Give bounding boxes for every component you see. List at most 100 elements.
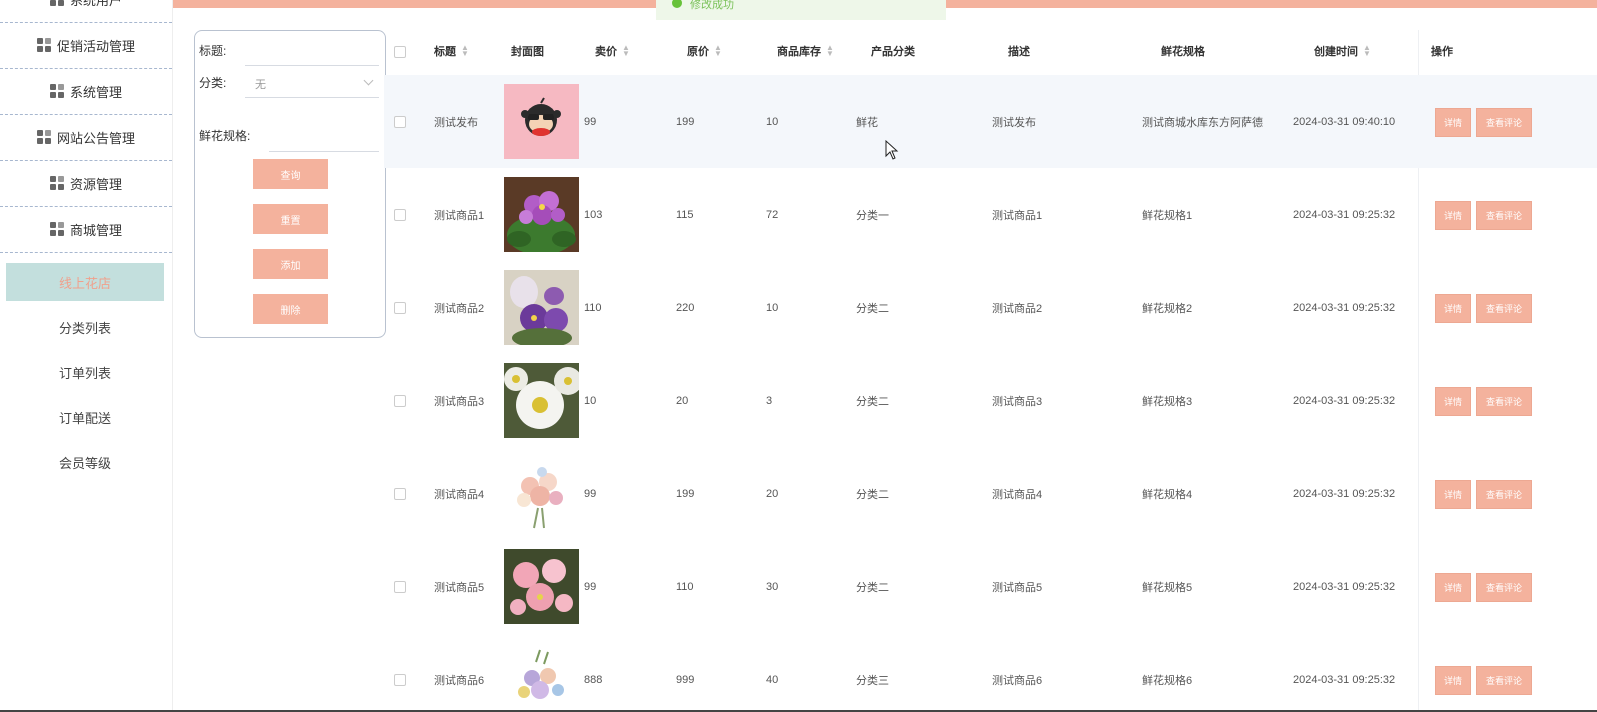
cell-stock: 3 xyxy=(766,394,773,407)
chevron-down-icon[interactable] xyxy=(363,75,374,86)
cell-stock: 30 xyxy=(766,580,779,593)
row-checkbox[interactable] xyxy=(394,674,406,686)
table-row: 测试商品6 888 999 40 分类三 测试商品6 鲜花规格6 2024-03… xyxy=(384,633,1597,710)
detail-button[interactable]: 详情 xyxy=(1435,108,1471,137)
category-filter-label: 分类: xyxy=(199,76,227,90)
cell-title: 测试商品2 xyxy=(434,302,485,315)
cell-spec: 鲜花规格3 xyxy=(1142,395,1193,408)
cell-description: 测试商品4 xyxy=(992,488,1043,501)
sort-icon[interactable]: ▲ ▼ xyxy=(826,44,834,58)
sidebar-item-promotions[interactable]: 促销活动管理 xyxy=(0,22,172,69)
cell-original-price: 20 xyxy=(676,394,689,407)
sidebar-item-label: 网站公告管理 xyxy=(56,130,135,146)
grid-icon xyxy=(49,222,64,236)
sort-icon[interactable]: ▲ ▼ xyxy=(622,44,630,58)
cell-category: 分类一 xyxy=(856,209,889,222)
cell-category: 分类三 xyxy=(856,674,889,687)
cell-created: 2024-03-31 09:25:32 xyxy=(1293,394,1396,407)
header-cover: 封面图 xyxy=(511,46,544,58)
toast-message: 修改成功 xyxy=(690,0,734,11)
sort-icon[interactable]: ▲ ▼ xyxy=(461,44,469,58)
select-all-checkbox[interactable] xyxy=(394,46,406,58)
sidebar-item-mall[interactable]: 商城管理 xyxy=(0,206,172,253)
detail-button[interactable]: 详情 xyxy=(1435,387,1471,416)
title-filter-input[interactable] xyxy=(245,65,379,66)
detail-button[interactable]: 详情 xyxy=(1435,573,1471,602)
row-checkbox[interactable] xyxy=(394,395,406,407)
sidebar-subitem-member-levels[interactable]: 会员等级 xyxy=(6,443,164,481)
cover-image-mixed-bouquet xyxy=(504,642,579,710)
cell-spec: 鲜花规格2 xyxy=(1142,302,1193,315)
add-button[interactable]: 添加 xyxy=(253,249,328,279)
detail-button[interactable]: 详情 xyxy=(1435,666,1471,695)
header-title[interactable]: 标题 ▲ ▼ xyxy=(434,30,469,72)
view-comments-button[interactable]: 查看评论 xyxy=(1476,480,1532,509)
cell-description: 测试商品3 xyxy=(992,395,1043,408)
sort-icon[interactable]: ▲ ▼ xyxy=(714,44,722,58)
cell-original-price: 199 xyxy=(676,115,695,128)
cell-price: 888 xyxy=(584,673,603,686)
view-comments-button[interactable]: 查看评论 xyxy=(1476,108,1532,137)
detail-button[interactable]: 详情 xyxy=(1435,480,1471,509)
cell-price: 110 xyxy=(584,301,602,314)
view-comments-button[interactable]: 查看评论 xyxy=(1476,294,1532,323)
view-comments-button[interactable]: 查看评论 xyxy=(1476,666,1532,695)
cell-title: 测试发布 xyxy=(434,116,478,129)
row-checkbox[interactable] xyxy=(394,116,406,128)
cell-stock: 72 xyxy=(766,208,779,221)
header-original-price[interactable]: 原价 ▲ ▼ xyxy=(687,30,722,72)
sidebar-item-label: 系统管理 xyxy=(69,84,122,100)
cell-description: 测试商品2 xyxy=(992,302,1043,315)
table-row: 测试商品4 99 199 20 分类二 测试商品4 鲜花规格4 2024-03-… xyxy=(384,447,1597,540)
reset-button[interactable]: 重置 xyxy=(253,204,328,234)
cell-description: 测试商品5 xyxy=(992,581,1043,594)
sidebar-item-label: 资源管理 xyxy=(69,176,122,192)
detail-button[interactable]: 详情 xyxy=(1435,294,1471,323)
sidebar-subitem-delivery[interactable]: 订单配送 xyxy=(6,398,164,436)
header-operations: 操作 xyxy=(1431,46,1453,58)
table-header: 标题 ▲ ▼ 封面图 卖价 ▲ ▼ 原价 ▲ ▼ 商品库存 ▲ ▼ 产品分类 描述 鲜花规格 创… xyxy=(384,30,1597,72)
sidebar-subitem-online-florist[interactable]: 线上花店 xyxy=(6,263,164,301)
cell-price: 99 xyxy=(584,580,597,593)
header-stock[interactable]: 商品库存 ▲ ▼ xyxy=(777,30,834,72)
cell-stock: 10 xyxy=(766,115,779,128)
cell-original-price: 220 xyxy=(676,301,695,314)
sidebar-subitem-categories[interactable]: 分类列表 xyxy=(6,308,164,346)
delete-button[interactable]: 删除 xyxy=(253,294,328,324)
cell-category: 分类二 xyxy=(856,581,889,594)
sidebar-item-announcements[interactable]: 网站公告管理 xyxy=(0,114,172,161)
sidebar-item-resources[interactable]: 资源管理 xyxy=(0,160,172,207)
cover-image-purple-violets xyxy=(504,177,579,252)
grid-icon xyxy=(49,176,64,190)
sidebar-item-system-users[interactable]: 系统用户 xyxy=(0,0,172,23)
sidebar-item-system-management[interactable]: 系统管理 xyxy=(0,68,172,115)
search-button[interactable]: 查询 xyxy=(253,159,328,189)
spec-filter-input[interactable] xyxy=(269,151,379,152)
row-checkbox[interactable] xyxy=(394,488,406,500)
category-select-value[interactable]: 无 xyxy=(255,76,266,92)
success-check-icon xyxy=(672,0,682,8)
view-comments-button[interactable]: 查看评论 xyxy=(1476,573,1532,602)
cell-created: 2024-03-31 09:25:32 xyxy=(1293,301,1396,314)
row-checkbox[interactable] xyxy=(394,581,406,593)
header-price[interactable]: 卖价 ▲ ▼ xyxy=(595,30,630,72)
sort-icon[interactable]: ▲ ▼ xyxy=(1363,44,1371,58)
detail-button[interactable]: 详情 xyxy=(1435,201,1471,230)
sidebar-subitem-orders[interactable]: 订单列表 xyxy=(6,353,164,391)
cell-title: 测试商品5 xyxy=(434,581,485,594)
cell-stock: 40 xyxy=(766,673,779,686)
cover-image-cartoon-monkey xyxy=(504,84,579,159)
cell-category: 分类二 xyxy=(856,395,889,408)
header-created[interactable]: 创建时间 ▲ ▼ xyxy=(1314,30,1371,72)
grid-icon xyxy=(49,0,64,6)
row-checkbox[interactable] xyxy=(394,302,406,314)
view-comments-button[interactable]: 查看评论 xyxy=(1476,387,1532,416)
sidebar-item-label: 系统用户 xyxy=(69,0,122,8)
grid-icon xyxy=(49,84,64,98)
cell-original-price: 115 xyxy=(676,208,694,221)
cell-description: 测试商品6 xyxy=(992,674,1043,687)
table-row: 测试商品2 110 220 10 分类二 测试商品2 鲜花规格2 2024-03… xyxy=(384,261,1597,354)
row-checkbox[interactable] xyxy=(394,209,406,221)
view-comments-button[interactable]: 查看评论 xyxy=(1476,201,1532,230)
category-select[interactable] xyxy=(245,97,379,98)
